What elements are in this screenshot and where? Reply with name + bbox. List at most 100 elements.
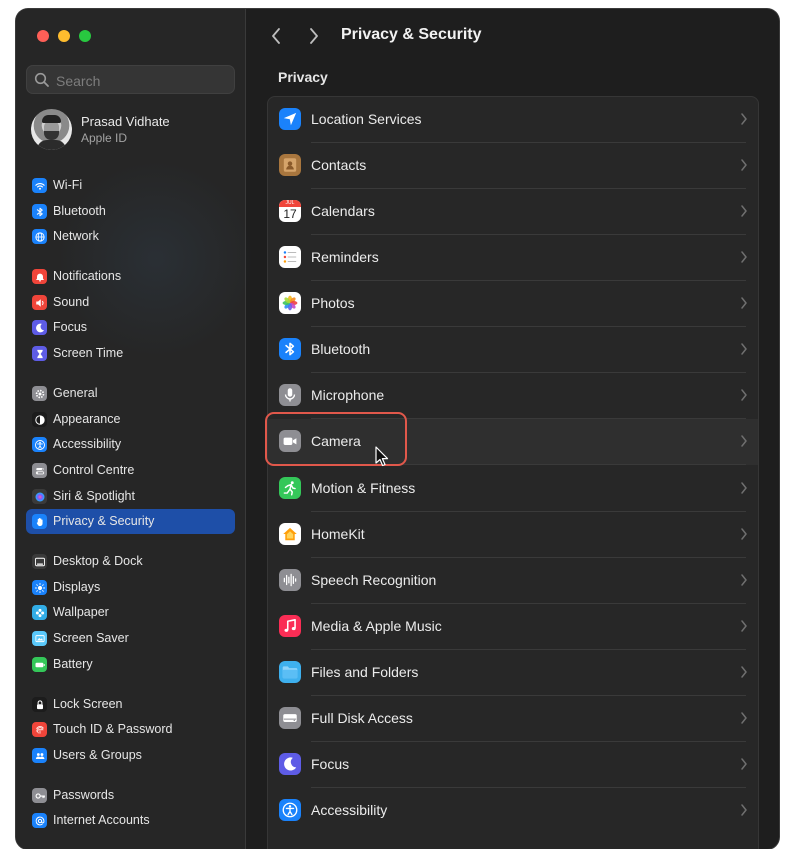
privacy-row-motion-and-fitness[interactable]: Motion & Fitness	[268, 466, 758, 512]
minimize-window-button[interactable]	[58, 30, 70, 42]
privacy-row-focus[interactable]: Focus	[268, 742, 758, 788]
sidebar-item-desktop-dock[interactable]: Desktop & Dock	[26, 549, 235, 574]
settings-window: Prasad Vidhate Apple ID Wi-Fi Bluetooth Ne…	[16, 9, 779, 849]
lock-icon	[32, 697, 47, 712]
search-field[interactable]	[26, 65, 235, 95]
calendar-month: JUL	[279, 200, 301, 207]
sidebar-item-screen-time[interactable]: Screen Time	[26, 341, 235, 366]
sidebar-item-label: General	[53, 386, 98, 400]
reminders-icon	[279, 246, 301, 268]
privacy-row-photos[interactable]: Photos	[268, 281, 758, 327]
sidebar-item-label: Wi-Fi	[53, 178, 83, 192]
sidebar-item-focus[interactable]: Focus	[26, 315, 235, 340]
back-button[interactable]	[266, 26, 286, 46]
privacy-row-label: Photos	[311, 295, 355, 311]
forward-button[interactable]	[304, 26, 324, 46]
chevron-right-icon	[741, 435, 747, 447]
wifi-icon	[32, 178, 47, 193]
appearance-icon	[32, 412, 47, 427]
zoom-window-button[interactable]	[79, 30, 91, 42]
sidebar-item-label: Appearance	[53, 412, 121, 426]
accessibility-icon	[279, 799, 301, 821]
privacy-row-calendars[interactable]: JUL 17 Calendars	[268, 189, 758, 235]
privacy-row-reminders[interactable]: Reminders	[268, 235, 758, 281]
moon-icon	[279, 753, 301, 775]
privacy-row-media-and-apple-music[interactable]: Media & Apple Music	[268, 604, 758, 650]
sidebar-item-privacy[interactable]: Privacy & Security	[26, 509, 235, 534]
sidebar-item-lock-screen[interactable]: Lock Screen	[26, 692, 235, 717]
chevron-right-icon	[741, 712, 747, 724]
sidebar-item-label: Sound	[53, 295, 90, 309]
privacy-row-homekit[interactable]: HomeKit	[268, 512, 758, 558]
search-input[interactable]	[54, 66, 228, 95]
flower-icon	[32, 605, 47, 620]
apple-id-profile[interactable]: Prasad Vidhate Apple ID	[31, 109, 231, 151]
privacy-row-label: Location Services	[311, 111, 422, 127]
sidebar-item-label: Accessibility	[53, 437, 122, 451]
control-centre-icon	[32, 463, 47, 478]
sidebar-item-displays[interactable]: Displays	[26, 575, 235, 600]
page-title: Privacy & Security	[341, 26, 482, 43]
privacy-row-label: Accessibility	[311, 802, 388, 818]
sidebar-item-label: Users & Groups	[53, 748, 142, 762]
sidebar-item-internet-accounts[interactable]: Internet Accounts	[26, 808, 235, 833]
sidebar-item-users-groups[interactable]: Users & Groups	[26, 743, 235, 768]
mouse-cursor-icon	[375, 446, 389, 467]
bluetooth-icon	[32, 204, 47, 219]
privacy-row-location-services[interactable]: Location Services	[268, 97, 758, 143]
sidebar-item-general[interactable]: General	[26, 381, 235, 406]
sidebar-item-control-centre[interactable]: Control Centre	[26, 458, 235, 483]
sidebar-item-wifi[interactable]: Wi-Fi	[26, 173, 235, 198]
sidebar-item-battery[interactable]: Battery	[26, 652, 235, 677]
sidebar-item-bluetooth[interactable]: Bluetooth	[26, 199, 235, 224]
privacy-row-speech-recognition[interactable]: Speech Recognition	[268, 558, 758, 604]
sidebar-item-touch-id[interactable]: Touch ID & Password	[26, 717, 235, 742]
privacy-row-bluetooth[interactable]: Bluetooth	[268, 327, 758, 373]
sidebar-item-label: Network	[53, 229, 99, 243]
privacy-row-label: Speech Recognition	[311, 572, 437, 588]
sidebar-item-label: Privacy & Security	[53, 514, 155, 528]
globe-icon	[32, 229, 47, 244]
privacy-row-accessibility[interactable]: Accessibility	[268, 788, 758, 834]
sidebar-item-passwords[interactable]: Passwords	[26, 783, 235, 808]
sidebar-item-label: Notifications	[53, 269, 122, 283]
privacy-row-contacts[interactable]: Contacts	[268, 143, 758, 189]
privacy-list: Location Services Contacts JUL 17 Calendars R…	[267, 96, 759, 849]
privacy-row-files-and-folders[interactable]: Files and Folders	[268, 650, 758, 696]
chevron-right-icon	[741, 574, 747, 586]
privacy-row-label: Reminders	[311, 249, 379, 265]
gear-icon	[32, 386, 47, 401]
profile-subtitle: Apple ID	[81, 131, 128, 145]
sidebar-item-label: Battery	[53, 657, 93, 671]
contacts-icon	[279, 154, 301, 176]
privacy-row-label: Full Disk Access	[311, 710, 413, 726]
chevron-right-icon	[741, 205, 747, 217]
sidebar-item-network[interactable]: Network	[26, 224, 235, 249]
key-icon	[32, 788, 47, 803]
sidebar-item-sound[interactable]: Sound	[26, 290, 235, 315]
calendar-icon: JUL 17	[279, 200, 301, 222]
sidebar-item-label: Desktop & Dock	[53, 554, 143, 568]
chevron-right-icon	[741, 758, 747, 770]
chevron-right-icon	[741, 528, 747, 540]
close-window-button[interactable]	[37, 30, 49, 42]
privacy-row-full-disk-access[interactable]: Full Disk Access	[268, 696, 758, 742]
sidebar-item-appearance[interactable]: Appearance	[26, 407, 235, 432]
sidebar-item-siri[interactable]: Siri & Spotlight	[26, 484, 235, 509]
chevron-right-icon	[741, 113, 747, 125]
accessibility-icon	[32, 437, 47, 452]
sidebar-item-screen-saver[interactable]: Screen Saver	[26, 626, 235, 651]
sidebar-item-label: Touch ID & Password	[53, 722, 173, 736]
moon-icon	[32, 320, 47, 335]
sidebar-item-accessibility[interactable]: Accessibility	[26, 432, 235, 457]
privacy-row-label: Contacts	[311, 157, 367, 173]
hand-icon	[32, 514, 47, 529]
sidebar-item-label: Passwords	[53, 788, 115, 802]
sidebar-item-wallpaper[interactable]: Wallpaper	[26, 600, 235, 625]
sidebar-item-notifications[interactable]: Notifications	[26, 264, 235, 289]
siri-icon	[32, 489, 47, 504]
sidebar-item-label: Control Centre	[53, 463, 135, 477]
chevron-right-icon	[741, 804, 747, 816]
sidebar-item-label: Lock Screen	[53, 697, 123, 711]
battery-icon	[32, 657, 47, 672]
